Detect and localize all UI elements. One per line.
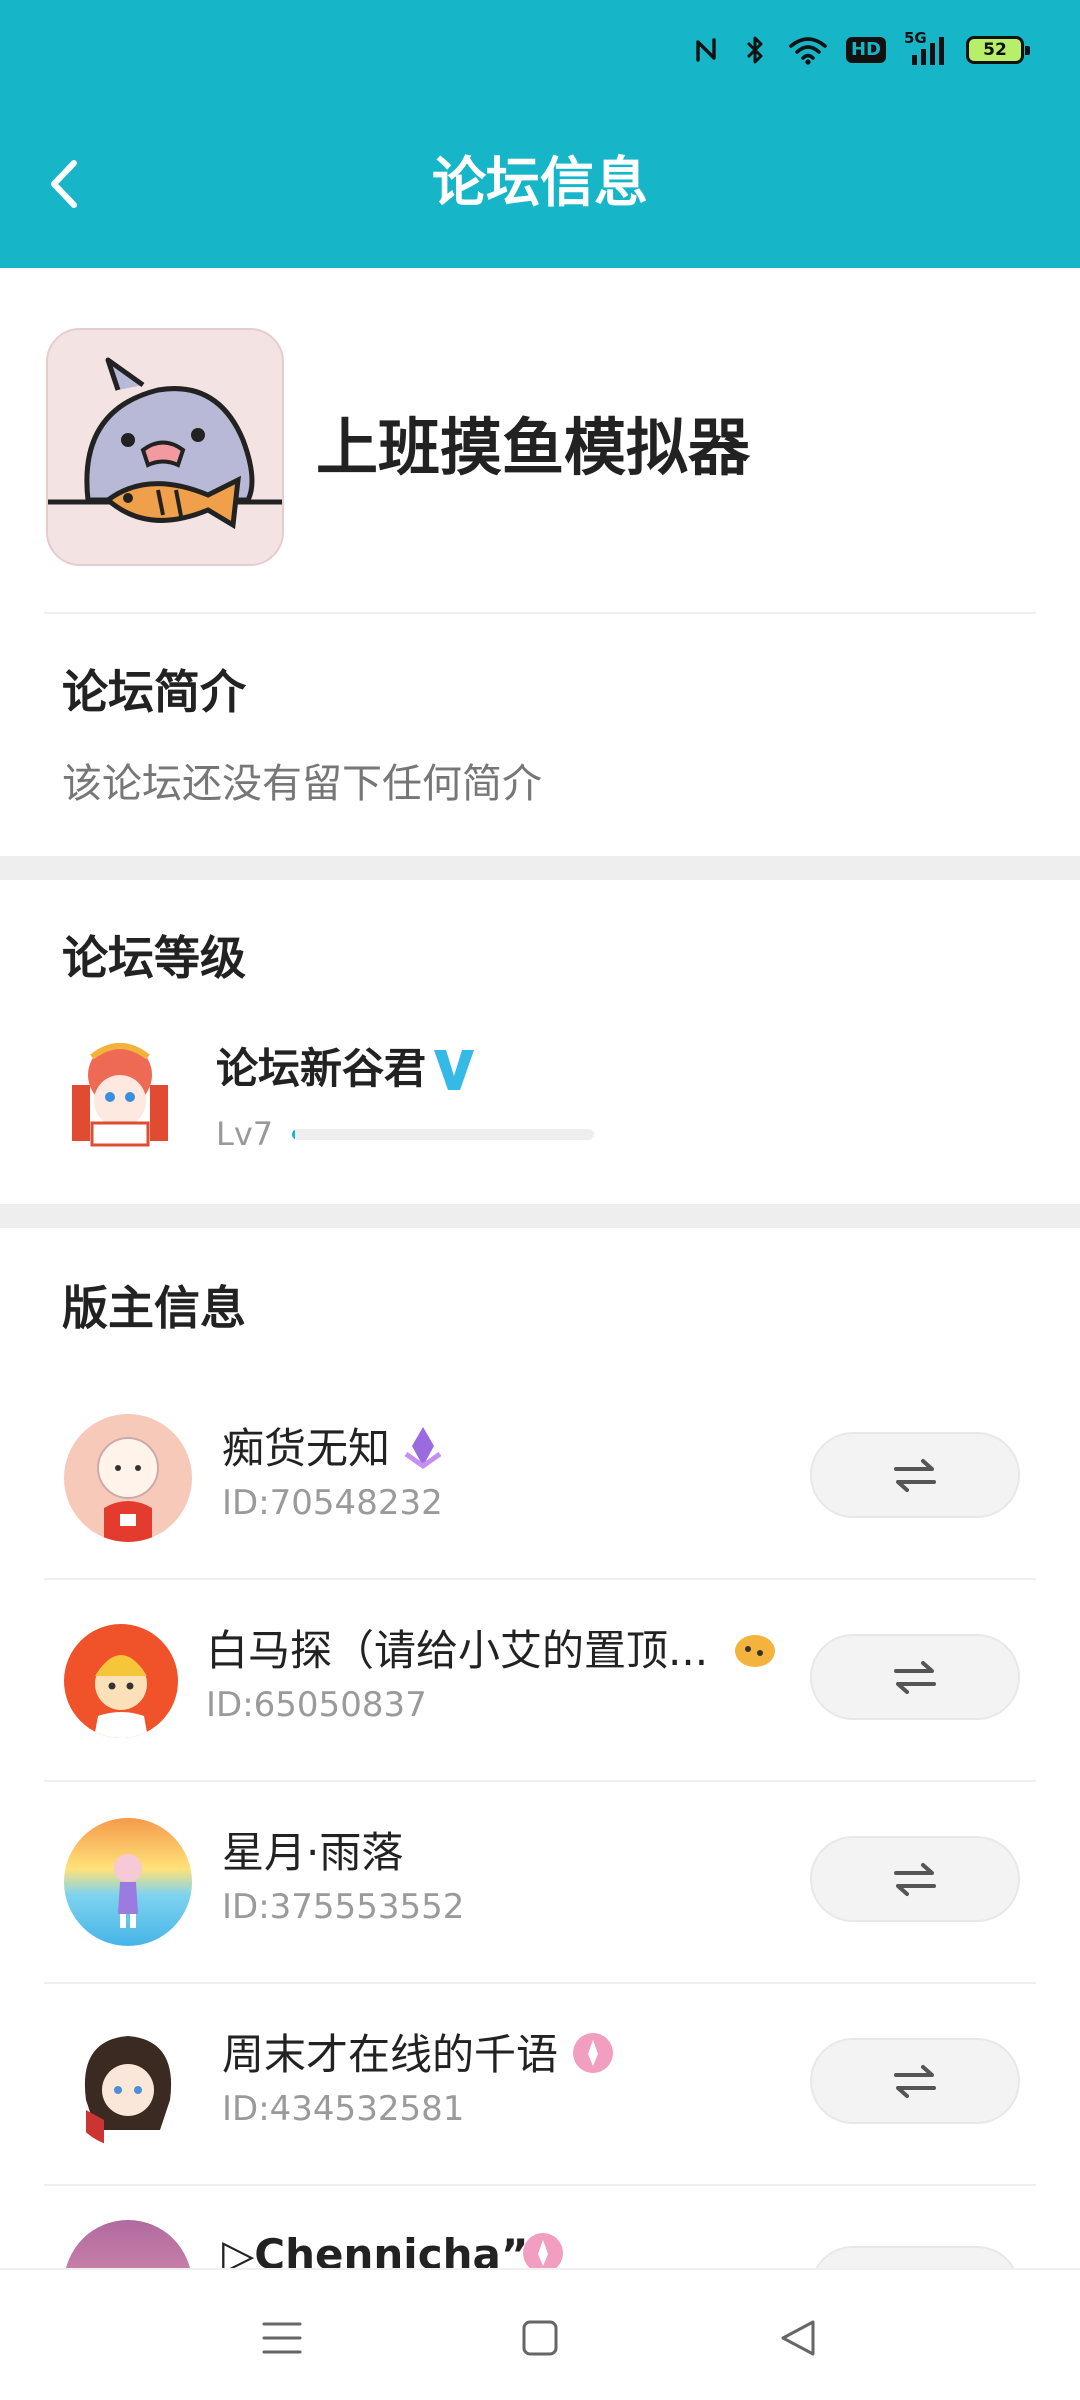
avatar[interactable] <box>64 1818 192 1946</box>
moderators-title: 版主信息 <box>62 1281 246 1335</box>
hd-icon: HD <box>845 37 886 63</box>
orange-cookie-badge-icon <box>735 1635 775 1667</box>
bluetooth-icon <box>740 35 770 65</box>
moderator-name: 星月·雨落 <box>222 1828 404 1877</box>
switch-button[interactable] <box>810 1634 1020 1720</box>
moderator-name: 痴货无知 <box>222 1424 391 1473</box>
wifi-icon <box>788 35 828 65</box>
moderator-name: ▷Chennicha”ღ <box>222 2230 563 2268</box>
avatar[interactable] <box>64 1624 178 1738</box>
level-progress-bar <box>292 1129 594 1140</box>
intro-text: 该论坛还没有留下任何简介 <box>62 761 542 807</box>
moderator-id: ID:65050837 <box>206 1685 427 1725</box>
level-progress-fill <box>292 1129 296 1140</box>
moderator-id: ID:434532581 <box>222 2089 465 2129</box>
level-mascot-avatar <box>62 1035 178 1151</box>
moderator-row[interactable]: 白马探（请给小艾的置顶... ID:65050837 <box>0 1580 1080 1782</box>
battery-icon: 52 <box>966 36 1030 64</box>
moderator-name: 白马探（请给小艾的置顶... <box>206 1626 709 1675</box>
moderator-row[interactable]: ▷Chennicha”ღ <box>0 2186 1080 2268</box>
swap-arrows-icon <box>894 1661 936 1694</box>
status-bar: HD 5G 52 <box>692 29 1030 70</box>
level-text: Lv7 <box>216 1115 274 1153</box>
section-separator <box>0 856 1080 880</box>
shark-with-fish-icon <box>46 328 284 566</box>
level-name: 论坛新谷君 <box>216 1044 427 1093</box>
home-button[interactable] <box>512 2310 568 2366</box>
moderator-id: ID:70548232 <box>222 1483 443 1523</box>
menu-icon <box>262 2322 302 2354</box>
pink-round-badge-icon <box>523 2233 563 2268</box>
moderator-row[interactable]: 痴货无知 ID:70548232 <box>0 1378 1080 1580</box>
moderator-id: ID:375553552 <box>222 1887 465 1927</box>
switch-button[interactable] <box>810 2246 1020 2268</box>
navigation-bar <box>0 2268 1080 2400</box>
level-title: 论坛等级 <box>62 931 246 985</box>
purple-crystal-badge-icon <box>404 1427 442 1470</box>
moderator-name: 周末才在线的千语 <box>222 2030 559 2079</box>
section-separator <box>0 1204 1080 1228</box>
switch-button[interactable] <box>810 2038 1020 2124</box>
signal-5g-icon: 5G <box>904 29 948 65</box>
back-nav-button[interactable] <box>770 2310 826 2366</box>
moderator-row[interactable]: 周末才在线的千语 ID:434532581 <box>0 1984 1080 2186</box>
nfc-icon <box>692 35 722 65</box>
switch-button[interactable] <box>810 1836 1020 1922</box>
page-title: 论坛信息 <box>432 151 648 214</box>
back-triangle-icon <box>781 2320 815 2356</box>
home-square-icon <box>522 2320 558 2356</box>
forum-header: 上班摸鱼模拟器 <box>0 268 1080 614</box>
v-verified-icon <box>434 1050 474 1090</box>
forum-name: 上班摸鱼模拟器 <box>316 411 751 484</box>
top-bar: HD 5G 52 论坛信息 <box>0 0 1080 268</box>
menu-button[interactable] <box>254 2310 310 2366</box>
divider <box>44 612 1036 614</box>
swap-arrows-icon <box>894 1459 936 1492</box>
intro-title: 论坛简介 <box>62 665 246 719</box>
avatar[interactable] <box>64 1414 192 1542</box>
swap-arrows-icon <box>894 2065 936 2098</box>
avatar[interactable] <box>64 2020 192 2148</box>
switch-button[interactable] <box>810 1432 1020 1518</box>
avatar[interactable] <box>64 2220 192 2268</box>
swap-arrows-icon <box>894 1863 936 1896</box>
pink-round-badge-icon <box>573 2033 613 2073</box>
moderator-row[interactable]: 星月·雨落 ID:375553552 <box>0 1782 1080 1984</box>
